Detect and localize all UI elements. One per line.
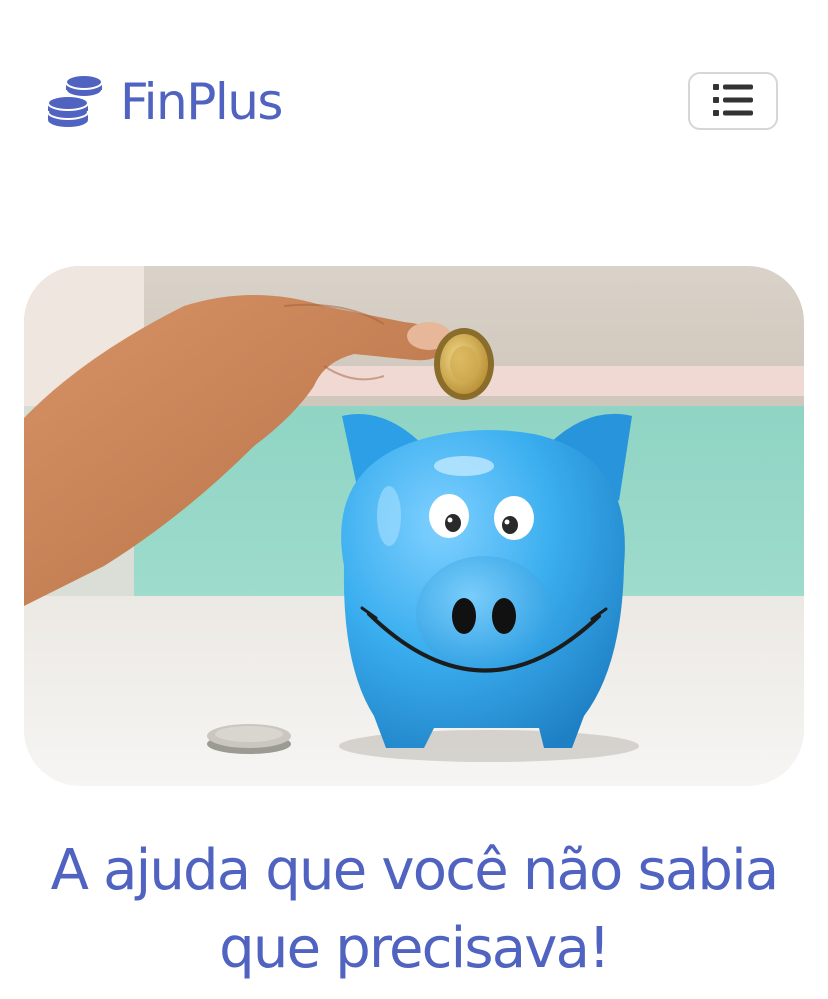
headline-line-2: que precisava! — [219, 916, 610, 981]
hero-image — [24, 266, 804, 786]
menu-toggle-button[interactable] — [688, 72, 778, 130]
navbar: FinPlus — [0, 0, 828, 200]
hero-headline: A ajuda que você não sabia que precisava… — [0, 832, 828, 988]
brand-name: FinPlus — [120, 73, 284, 131]
coins-icon — [46, 72, 106, 132]
list-icon — [712, 83, 754, 120]
headline-line-1: A ajuda que você não sabia — [50, 838, 780, 903]
brand-link[interactable]: FinPlus — [46, 70, 284, 134]
